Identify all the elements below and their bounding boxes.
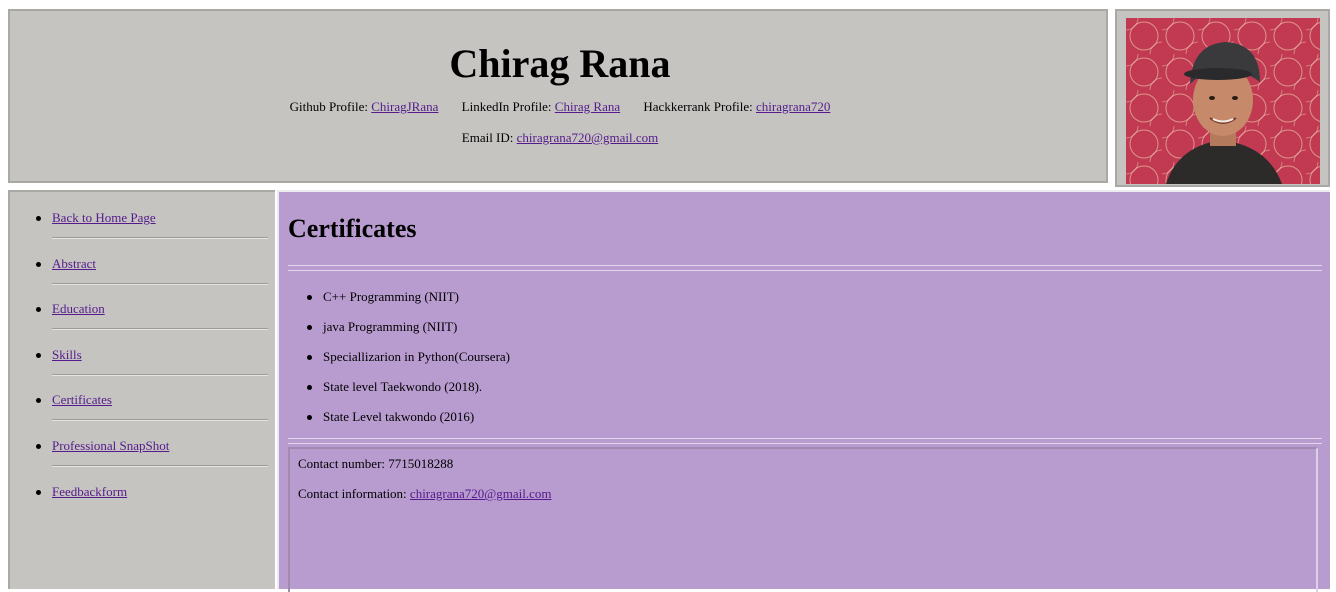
profile-photo [1126,18,1320,184]
page-title: Chirag Rana [449,41,671,86]
contact-email-link[interactable]: chiragrana720@gmail.com [410,486,552,501]
certificate-text: Speciallizarion in Python(Coursera) [323,349,511,364]
sidebar-item-skills: Skills [36,346,268,392]
abstract-link[interactable]: Abstract [52,255,96,273]
list-item: State level Taekwondo (2018). [307,378,510,408]
sidebar: Back to Home Page Abstract Education Ski… [8,190,275,589]
bullet-icon [307,415,312,420]
skills-link[interactable]: Skills [52,346,82,364]
certificate-list: C++ Programming (NIIT) java Programming … [307,288,510,438]
main-content: Certificates C++ Programming (NIIT) java… [277,190,1330,592]
hackerrank-label: Hackkerrank Profile: [643,99,753,114]
hackerrank-profile: Hackkerrank Profile: chiragrana720 [643,99,830,114]
divider [52,283,268,285]
home-link[interactable]: Back to Home Page [52,209,156,227]
list-item: C++ Programming (NIIT) [307,288,510,318]
contact-section: Contact number: 7715018288 Contact infor… [288,447,1318,592]
divider [52,419,268,421]
contact-info-label: Contact information: [298,486,407,501]
email-row: Email ID: chiragrana720@gmail.com [10,130,1110,146]
list-item: java Programming (NIIT) [307,318,510,348]
bullet-icon [36,216,41,221]
section-title: Certificates [288,214,417,243]
hackerrank-link[interactable]: chiragrana720 [756,99,830,114]
certificate-text: java Programming (NIIT) [323,319,458,334]
bullet-icon [307,355,312,360]
list-item: State Level takwondo (2016) [307,408,510,438]
divider [52,374,268,376]
sidebar-item-abstract: Abstract [36,255,268,301]
github-link[interactable]: ChiragJRana [371,99,438,114]
profile-photo-frame [1115,9,1330,187]
certificates-link[interactable]: Certificates [52,391,112,409]
bullet-icon [36,490,41,495]
bullet-icon [36,444,41,449]
certificate-text: C++ Programming (NIIT) [323,289,459,304]
bullet-icon [307,385,312,390]
sidebar-item-education: Education [36,300,268,346]
education-link[interactable]: Education [52,300,105,318]
sidebar-item-professional-snapshot: Professional SnapShot [36,437,268,483]
linkedin-link[interactable]: Chirag Rana [555,99,620,114]
contact-info: Contact information: chiragrana720@gmail… [298,485,551,503]
bullet-icon [307,295,312,300]
sidebar-item-home: Back to Home Page [36,209,268,255]
linkedin-profile: LinkedIn Profile: Chirag Rana [462,99,624,114]
profile-photo-image [1126,18,1320,184]
linkedin-label: LinkedIn Profile: [461,99,552,114]
divider [52,237,268,239]
bullet-icon [36,262,41,267]
divider [52,465,268,467]
bullet-icon [36,398,41,403]
email-link[interactable]: chiragrana720@gmail.com [517,130,659,145]
bullet-icon [36,353,41,358]
bullet-icon [307,325,312,330]
certificate-text: State Level takwondo (2016) [323,409,475,424]
feedbackform-link[interactable]: Feedbackform [52,483,127,501]
professional-snapshot-link[interactable]: Professional SnapShot [52,437,169,455]
github-profile: Github Profile: ChiragJRana [290,99,442,114]
profile-links: Github Profile: ChiragJRana LinkedIn Pro… [10,99,1110,115]
bullet-icon [36,307,41,312]
divider [288,438,1322,444]
contact-number: Contact number: 7715018288 [298,456,454,471]
sidebar-item-certificates: Certificates [36,391,268,437]
email-label: Email ID: [461,130,514,145]
github-label: Github Profile: [289,99,368,114]
divider [288,265,1322,271]
list-item: Speciallizarion in Python(Coursera) [307,348,510,378]
certificate-text: State level Taekwondo (2018). [323,379,483,394]
divider [52,328,268,330]
sidebar-item-feedbackform: Feedbackform [36,483,268,529]
header: Chirag Rana Github Profile: ChiragJRana … [8,9,1108,183]
